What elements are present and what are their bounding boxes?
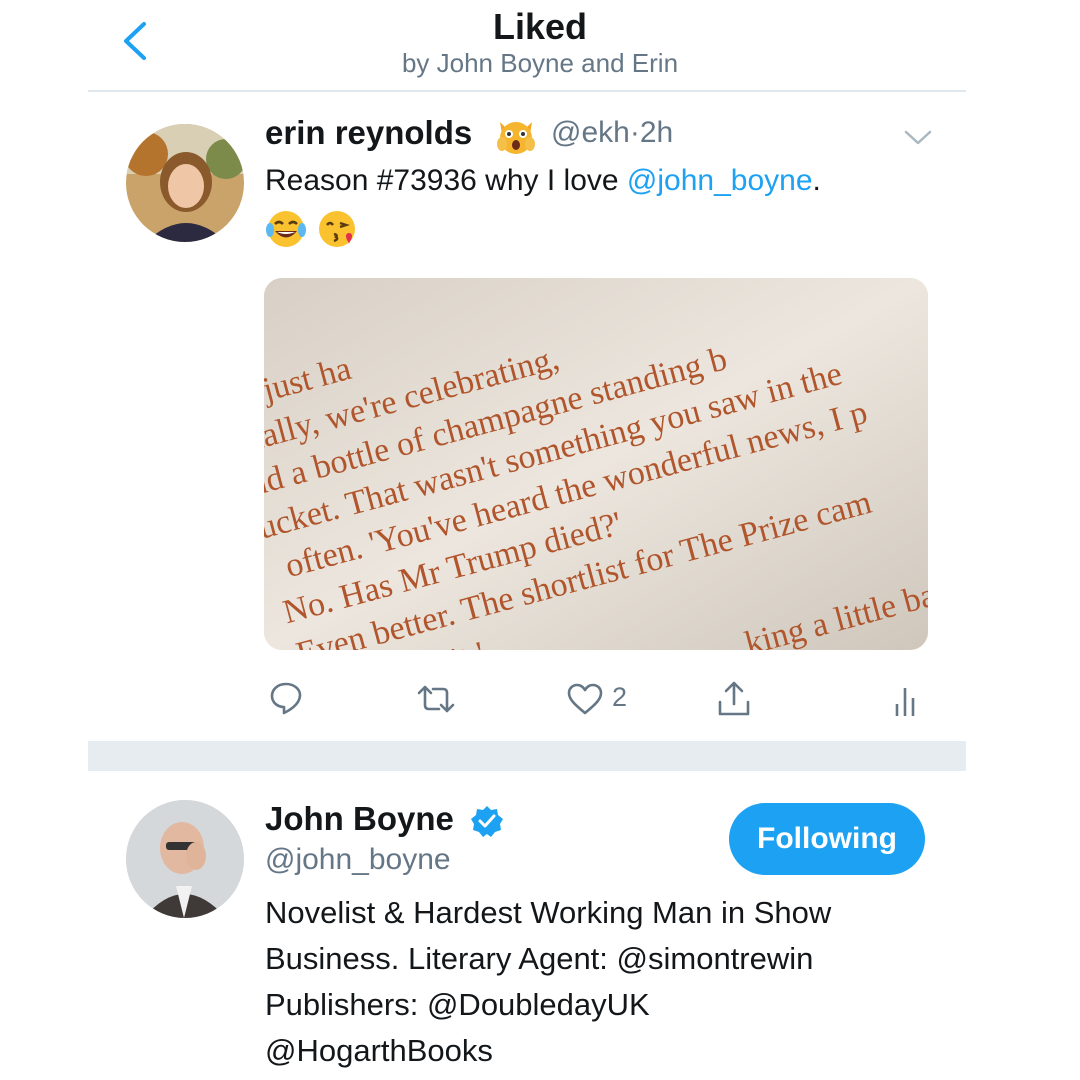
bio-line: Business. Literary Agent: @simontrewin [265,941,814,976]
tweet-menu-button[interactable] [902,128,934,148]
reply-icon [270,682,302,715]
user-avatar[interactable] [126,800,244,918]
page-title: Liked [492,6,588,47]
joy-emoji-icon [265,208,307,250]
tweet-text-prefix: Reason #73936 why I love [265,164,627,197]
mention-link[interactable]: @john_boyne [627,164,813,197]
kissing-heart-emoji-icon [316,208,358,250]
avatar[interactable] [126,124,244,242]
tweet-handle[interactable]: @ekh [551,116,630,149]
chevron-down-icon [904,130,932,145]
avatar-photo [126,124,244,242]
user-avatar-photo [126,800,244,918]
section-separator [88,741,966,771]
tweet-author-name[interactable]: erin reynolds [265,114,472,152]
bio-line: @HogarthBooks [265,1033,493,1068]
retweet-icon [417,685,455,713]
user-handle[interactable]: @john_boyne [265,843,451,877]
page-subtitle: by John Boyne and Erin [401,48,679,78]
heart-icon [567,683,603,715]
analytics-icon [895,688,915,716]
tweet-text-suffix: . [812,164,821,197]
reply-button[interactable] [268,680,304,716]
bio-line: Publishers: @DoubledayUK [265,987,650,1022]
share-icon [718,681,750,716]
tweet-text: Reason #73936 why I love @john_boyne. [265,164,821,198]
analytics-button[interactable] [893,684,921,718]
tweet-time: 2h [639,116,674,149]
separator-dot: · [629,116,640,149]
scream-cat-emoji-icon [496,116,536,156]
user-bio: Novelist & Hardest Working Man in Show B… [265,890,831,1074]
like-button[interactable] [566,682,604,716]
retweet-button[interactable] [415,683,457,715]
following-button[interactable]: Following [729,803,925,875]
share-button[interactable] [716,680,752,718]
tweet-handle-time: @ekh·2h [551,116,673,150]
user-name[interactable]: John Boyne [265,800,454,838]
like-count: 2 [612,682,628,712]
verified-badge-icon [470,804,504,838]
bio-line: Novelist & Hardest Working Man in Show [265,895,832,930]
header-divider [88,90,966,92]
tweet-media-image[interactable]: I just haually, we're celebrating,ad a b… [264,278,928,650]
